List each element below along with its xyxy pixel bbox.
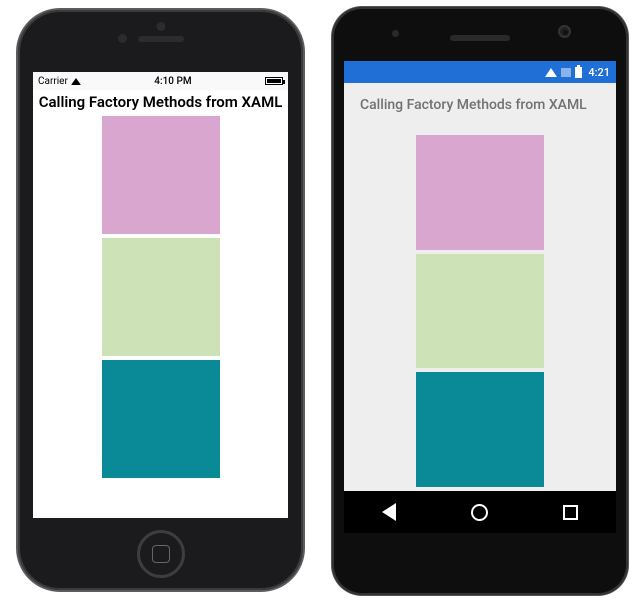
home-button[interactable] <box>471 504 488 521</box>
iphone-speaker <box>138 36 184 42</box>
iphone-device-frame: Carrier 4:10 PM Calling Factory Methods … <box>18 10 303 590</box>
back-button[interactable] <box>382 503 396 521</box>
battery-icon <box>265 77 283 85</box>
android-nav-bar <box>344 491 616 533</box>
android-screen: 4:21 Calling Factory Methods from XAML <box>344 61 616 533</box>
home-button[interactable] <box>137 530 185 578</box>
ios-status-bar: Carrier 4:10 PM <box>33 72 288 90</box>
wifi-icon <box>71 78 81 85</box>
color-swatch-3 <box>416 372 544 487</box>
android-clock: 4:21 <box>586 66 610 79</box>
ios-carrier-label: Carrier <box>38 76 68 87</box>
page-title: Calling Factory Methods from XAML <box>344 83 616 125</box>
android-earpiece <box>450 35 510 41</box>
iphone-screen: Carrier 4:10 PM Calling Factory Methods … <box>33 72 288 518</box>
android-device-frame: 4:21 Calling Factory Methods from XAML <box>332 7 628 595</box>
color-swatch-1 <box>416 135 544 250</box>
wifi-icon <box>545 68 557 77</box>
iphone-sensor-dot <box>156 22 165 31</box>
color-swatch-1 <box>102 116 220 234</box>
iphone-camera-dot <box>118 34 127 43</box>
ios-content-area <box>33 112 288 518</box>
ios-clock: 4:10 PM <box>154 76 191 87</box>
color-swatch-3 <box>102 360 220 478</box>
color-swatch-2 <box>416 254 544 369</box>
recent-apps-button[interactable] <box>563 505 578 520</box>
color-swatch-2 <box>102 238 220 356</box>
page-title: Calling Factory Methods from XAML <box>33 90 288 114</box>
android-sensor-dot <box>392 30 399 37</box>
android-camera <box>558 25 571 38</box>
android-status-bar: 4:21 <box>344 61 616 83</box>
signal-icon <box>561 68 571 77</box>
battery-icon <box>575 67 582 78</box>
android-content-area <box>344 133 616 491</box>
